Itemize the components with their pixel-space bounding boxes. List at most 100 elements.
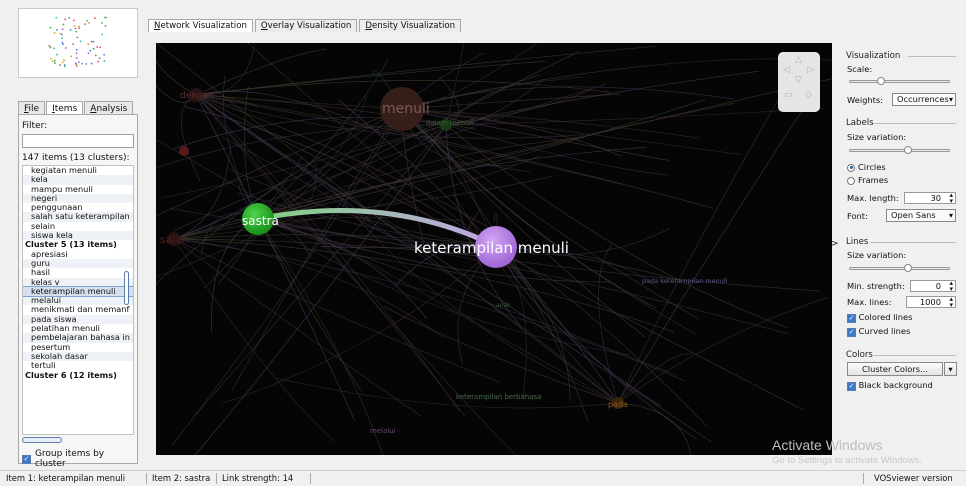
item-list-vertical-scrollbar[interactable] (124, 271, 129, 305)
list-item[interactable]: pelatihan menuli (23, 324, 133, 334)
list-item[interactable]: melalui (23, 296, 133, 306)
list-item[interactable]: kelas v (23, 277, 133, 287)
line-size-slider[interactable] (849, 264, 950, 272)
frames-radio[interactable] (847, 176, 855, 185)
label-size-slider[interactable] (849, 146, 950, 154)
tab-file[interactable]: File (18, 101, 46, 115)
network-link (617, 296, 829, 404)
list-item[interactable]: pesertum (23, 342, 133, 352)
tab-network-visualization[interactable]: Network Visualization (148, 19, 253, 32)
spinner-arrows-icon[interactable]: ▴ ▾ (949, 296, 953, 309)
min-strength-spinner[interactable]: 0 ▴ ▾ (910, 280, 956, 293)
list-item[interactable]: hasil (23, 268, 133, 278)
overview-dot (68, 17, 71, 19)
network-canvas[interactable]: keterampilan menuli sastra menuli dengan sal… (156, 43, 832, 455)
group-by-cluster-checkbox[interactable]: ✓ (22, 454, 31, 464)
list-item[interactable]: keterampilan menuli (23, 285, 133, 298)
weights-select[interactable]: Occurrences ▾ (892, 93, 956, 106)
list-item[interactable]: kela (23, 175, 133, 185)
colored-lines-option[interactable]: ✓ Colored lines (847, 312, 912, 323)
overview-dot (70, 55, 73, 58)
colored-lines-checkbox[interactable]: ✓ (847, 314, 856, 323)
pan-up-icon[interactable]: △ (795, 55, 802, 65)
overview-dot (61, 61, 64, 64)
list-item[interactable]: sekolah dasar (23, 351, 133, 362)
zoom-out-icon[interactable]: ▭ (784, 90, 793, 100)
black-background-checkbox[interactable]: ✓ (847, 382, 856, 391)
circles-radio[interactable] (847, 163, 855, 172)
tab-analysis[interactable]: Analysis (84, 101, 134, 115)
pan-left-icon[interactable]: ◁ (783, 65, 790, 75)
group-by-cluster-row[interactable]: ✓ Group items by cluster (22, 449, 137, 469)
pan-down-icon[interactable]: ▽ (795, 75, 802, 85)
line-size-slider-thumb[interactable] (904, 264, 912, 272)
zoom-pan-control[interactable]: △ ◁ ▷ ▽ ▭ ◇ (778, 52, 820, 112)
list-item[interactable]: mampu menuli (23, 184, 133, 194)
scale-slider-thumb[interactable] (877, 77, 885, 85)
max-lines-spinner[interactable]: 1000 ▴ ▾ (906, 296, 956, 309)
network-link (617, 66, 799, 404)
curved-lines-checkbox[interactable]: ✓ (847, 328, 856, 337)
black-background-option[interactable]: ✓ Black background (847, 380, 933, 391)
overview-dot (98, 57, 101, 60)
list-item[interactable]: guru (23, 258, 133, 269)
overview-dot (53, 31, 56, 34)
scale-label: Scale: (847, 64, 873, 74)
list-item[interactable]: pembelajaran bahasa in (23, 333, 133, 343)
options-panel: Visualization Scale: Weights: Occurrence… (840, 43, 962, 455)
spinner-arrows-icon[interactable]: ▴ ▾ (949, 280, 953, 293)
list-item[interactable]: pada siswa (23, 314, 133, 325)
network-link (401, 58, 832, 110)
item-list-horizontal-scrollbar[interactable] (22, 437, 62, 443)
collapse-panel-icon[interactable]: > (831, 239, 839, 249)
max-length-spinner[interactable]: 30 ▴ ▾ (904, 192, 956, 205)
curved-lines-option[interactable]: ✓ Curved lines (847, 326, 910, 337)
overview-dot (104, 24, 107, 27)
frames-option[interactable]: Frames (847, 175, 888, 185)
label-size-slider-thumb[interactable] (904, 146, 912, 154)
scale-slider[interactable] (849, 77, 950, 85)
cluster-header[interactable]: Cluster 5 (13 items) (23, 240, 133, 250)
list-item[interactable]: apresiasi (23, 249, 133, 259)
list-item[interactable]: tertuli (23, 361, 133, 371)
node-label: keterampilan menuli (414, 239, 569, 257)
font-label: Font: (847, 211, 868, 221)
list-item[interactable]: siswa kela (23, 231, 133, 241)
list-item[interactable]: salah satu keterampilan (23, 212, 133, 222)
list-item[interactable]: kegiatan menuli (23, 166, 133, 176)
list-item[interactable]: negeri (23, 193, 133, 204)
overview-dot (92, 47, 95, 50)
tab-overlay-visualization[interactable]: Overlay Visualization (254, 19, 358, 32)
weights-label: Weights: (847, 95, 884, 105)
node-red-small[interactable] (179, 146, 189, 156)
filter-input[interactable] (22, 134, 134, 148)
item-list[interactable]: kegiatan menuli kela mampu menuli negeri pen… (22, 165, 134, 435)
node-label: anak (496, 302, 511, 309)
node-label: melalui (370, 427, 396, 435)
list-item[interactable]: penggunaan (23, 203, 133, 213)
overview-dot (49, 46, 52, 49)
status-separator (310, 473, 311, 484)
zoom-in-icon[interactable]: ◇ (805, 90, 812, 100)
overview-map[interactable] (18, 8, 138, 78)
network-link (156, 60, 197, 96)
list-item[interactable]: menikmati dan memanf (23, 305, 133, 315)
cluster-colors-dropdown-button[interactable]: ▾ (944, 362, 957, 376)
circles-option[interactable]: Circles (847, 162, 886, 172)
line-size-variation-label: Size variation: (847, 250, 907, 260)
font-select[interactable]: Open Sans ▾ (886, 209, 956, 222)
visualization-group-header: Visualization (846, 51, 901, 61)
spinner-arrows-icon[interactable]: ▴ ▾ (949, 192, 953, 205)
overview-dot (103, 60, 106, 62)
overview-dot (62, 43, 64, 46)
node-label: salah (160, 233, 189, 246)
overview-dots (48, 16, 108, 68)
cluster-header[interactable]: Cluster 6 (12 items) (23, 370, 133, 380)
tab-items[interactable]: Items (46, 101, 84, 115)
pan-right-icon[interactable]: ▷ (807, 65, 814, 75)
tab-density-visualization[interactable]: Density Visualization (359, 19, 462, 32)
cluster-colors-button[interactable]: Cluster Colors... (847, 362, 943, 376)
left-panel: File Items Analysis Filter: 147 items (1… (0, 0, 150, 469)
overview-dot (76, 36, 79, 39)
list-item[interactable]: selain (23, 221, 133, 232)
